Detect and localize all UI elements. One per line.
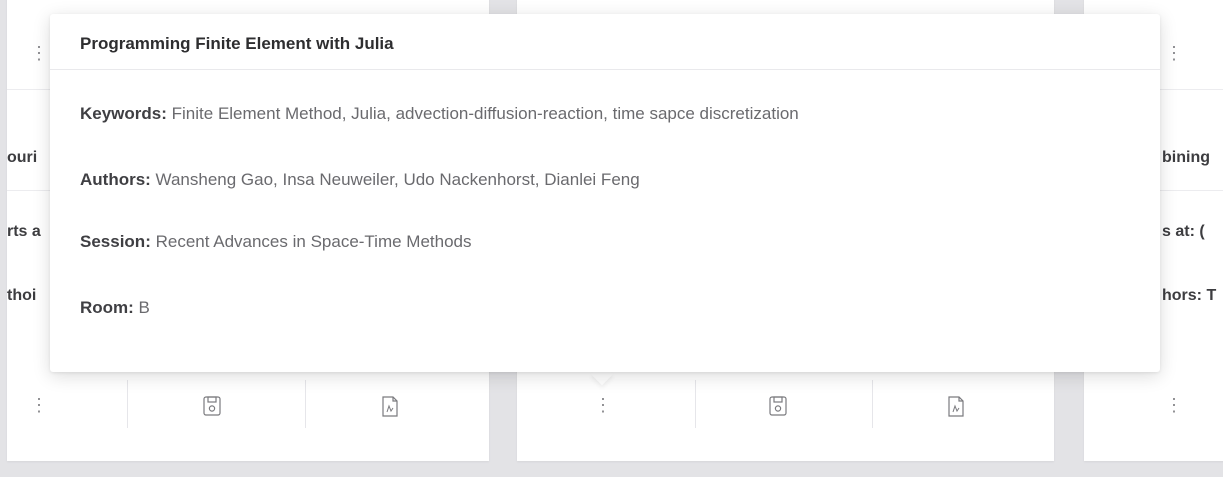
room-row: Room: B xyxy=(80,298,150,318)
pdf-icon[interactable] xyxy=(947,396,965,418)
keywords-label: Keywords: xyxy=(80,104,167,123)
session-row: Session: Recent Advances in Space-Time M… xyxy=(80,232,472,252)
left-card-footer-divider-1 xyxy=(127,380,128,428)
left-card-title-fragment: ouri xyxy=(7,149,38,166)
left-card-footer: ⋮ xyxy=(7,368,489,451)
popover-divider xyxy=(50,69,1160,70)
details-popover: Programming Finite Element with Julia Ke… xyxy=(50,14,1160,372)
left-card-menu-icon[interactable]: ⋮ xyxy=(29,44,49,62)
authors-row: Authors: Wansheng Gao, Insa Neuweiler, U… xyxy=(80,170,640,190)
authors-value: Wansheng Gao, Insa Neuweiler, Udo Nacken… xyxy=(150,170,640,189)
right-card-footer-more-icon[interactable]: ⋮ xyxy=(1164,396,1184,414)
middle-card-footer-divider-1 xyxy=(695,380,696,428)
left-card-footer-more-icon[interactable]: ⋮ xyxy=(29,396,49,414)
session-value: Recent Advances in Space-Time Methods xyxy=(150,232,472,251)
right-card-starts-fragment: s at: ( xyxy=(1162,223,1205,240)
session-label: Session: xyxy=(80,232,151,251)
room-label: Room: xyxy=(80,298,134,317)
right-card-title-fragment: bining xyxy=(1162,149,1210,166)
right-card-menu-icon[interactable]: ⋮ xyxy=(1164,44,1184,62)
popover-title: Programming Finite Element with Julia xyxy=(80,34,394,53)
save-icon[interactable] xyxy=(769,396,787,418)
room-value: B xyxy=(133,298,150,317)
middle-card-footer-divider-2 xyxy=(872,380,873,428)
save-icon[interactable] xyxy=(203,396,221,418)
pdf-icon[interactable] xyxy=(381,396,399,418)
authors-label: Authors: xyxy=(80,170,151,189)
left-card-footer-divider-2 xyxy=(305,380,306,428)
middle-card-footer-more-icon[interactable]: ⋮ xyxy=(593,396,613,414)
left-card-authors-fragment: thoi xyxy=(7,287,37,304)
right-card-authors-fragment: hors: T xyxy=(1162,287,1217,304)
left-card-starts-fragment: rts a xyxy=(7,223,41,240)
right-card-footer: ⋮ xyxy=(1084,368,1223,451)
keywords-row: Keywords: Finite Element Method, Julia, … xyxy=(80,104,799,124)
keywords-value: Finite Element Method, Julia, advection-… xyxy=(166,104,799,123)
